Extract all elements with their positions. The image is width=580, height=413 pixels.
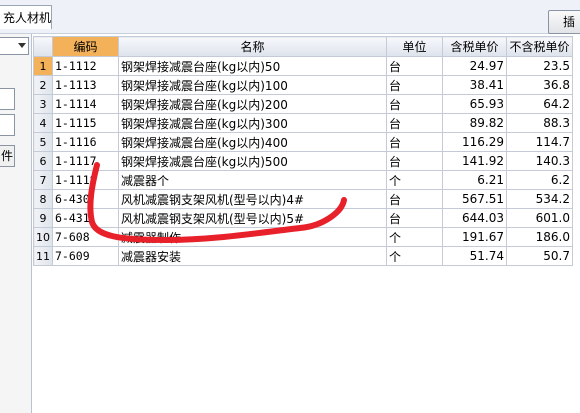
- code-cell[interactable]: 1-1116: [52, 132, 119, 152]
- name-cell[interactable]: 减震器安装: [118, 246, 387, 266]
- table-row[interactable]: 10 7-608 减震器制作个 191.67 186.0: [33, 227, 573, 247]
- filter-input-2[interactable]: [0, 114, 15, 136]
- name-cell[interactable]: 钢架焊接减震台座(kg以内)300: [118, 113, 387, 133]
- code-cell[interactable]: 1-1115: [52, 113, 119, 133]
- tax-excl-price-cell[interactable]: 114.7: [506, 132, 573, 152]
- name-cell[interactable]: 钢架焊接减震台座(kg以内)50: [118, 56, 387, 76]
- table-row[interactable]: 2 1-1113 钢架焊接减震台座(kg以内)100 台 38.41 36.8: [33, 75, 573, 95]
- code-cell[interactable]: 7-608: [52, 227, 119, 247]
- row-number[interactable]: 1: [33, 56, 53, 76]
- unit-cell[interactable]: 个: [386, 227, 443, 247]
- tax-incl-price-cell[interactable]: 65.93: [442, 94, 507, 114]
- row-number[interactable]: 2: [33, 75, 53, 95]
- table-row[interactable]: 3 1-1114 钢架焊接减震台座(kg以内)200 台 65.93 64.2: [33, 94, 573, 114]
- insert-button[interactable]: 插: [548, 10, 580, 34]
- tax-incl-price-cell[interactable]: 38.41: [442, 75, 507, 95]
- row-number-header[interactable]: [33, 36, 53, 57]
- tax-excl-price-cell[interactable]: 23.5: [506, 56, 573, 76]
- unit-cell[interactable]: 台: [386, 113, 443, 133]
- unit-cell[interactable]: 台: [386, 94, 443, 114]
- tax-incl-price-cell[interactable]: 644.03: [442, 208, 507, 228]
- table-row[interactable]: 6 1-1117 钢架焊接减震台座(kg以内)500 台 141.92 140.3: [33, 151, 573, 171]
- row-number[interactable]: 9: [33, 208, 53, 228]
- unit-cell[interactable]: 台: [386, 208, 443, 228]
- code-cell[interactable]: 1-1114: [52, 94, 119, 114]
- tax-excl-price-cell[interactable]: 50.7: [506, 246, 573, 266]
- name-header[interactable]: 名称: [118, 36, 387, 57]
- table-row[interactable]: 1 1-1112 钢架焊接减震台座(kg以内)50 台 24.97 23.5: [33, 56, 573, 76]
- code-header[interactable]: 编码: [52, 36, 119, 57]
- table-row[interactable]: 11 7-609 减震器安装个 51.74 50.7: [33, 246, 573, 266]
- tax-excl-price-cell[interactable]: 6.2: [506, 170, 573, 190]
- tax-excl-price-cell[interactable]: 534.2: [506, 189, 573, 209]
- row-number[interactable]: 6: [33, 151, 53, 171]
- left-panel: 件: [0, 34, 32, 413]
- tax-excl-price-cell[interactable]: 140.3: [506, 151, 573, 171]
- name-cell[interactable]: 钢架焊接减震台座(kg以内)100: [118, 75, 387, 95]
- name-cell[interactable]: 风机减震钢支架风机(型号以内)4#: [118, 189, 387, 209]
- unit-cell[interactable]: 台: [386, 189, 443, 209]
- code-cell[interactable]: 6-430: [52, 189, 119, 209]
- unit-cell[interactable]: 台: [386, 75, 443, 95]
- row-number[interactable]: 3: [33, 94, 53, 114]
- tax-incl-price-cell[interactable]: 116.29: [442, 132, 507, 152]
- name-cell[interactable]: 钢架焊接减震台座(kg以内)400: [118, 132, 387, 152]
- tax-incl-price-cell[interactable]: 141.92: [442, 151, 507, 171]
- table-row[interactable]: 5 1-1116 钢架焊接减震台座(kg以内)400 台 116.29 114.7: [33, 132, 573, 152]
- name-cell[interactable]: 钢架焊接减震台座(kg以内)200: [118, 94, 387, 114]
- toolbar: 充人材机 插: [0, 0, 580, 34]
- tax-incl-price-cell[interactable]: 567.51: [442, 189, 507, 209]
- tax-incl-price-cell[interactable]: 51.74: [442, 246, 507, 266]
- table-row[interactable]: 9 6-431 风机减震钢支架风机(型号以内)5# 台 644.03 601.0: [33, 208, 573, 228]
- tax-excl-price-cell[interactable]: 36.8: [506, 75, 573, 95]
- code-cell[interactable]: 1-1118: [52, 170, 119, 190]
- code-cell[interactable]: 1-1117: [52, 151, 119, 171]
- tax-incl-price-cell[interactable]: 191.67: [442, 227, 507, 247]
- name-cell[interactable]: 钢架焊接减震台座(kg以内)500: [118, 151, 387, 171]
- row-number[interactable]: 10: [33, 227, 53, 247]
- tax-incl-price-cell[interactable]: 24.97: [442, 56, 507, 76]
- unit-cell[interactable]: 台: [386, 151, 443, 171]
- unit-cell[interactable]: 个: [386, 170, 443, 190]
- tax-excl-price-header[interactable]: 不含税单价: [506, 36, 573, 57]
- tax-incl-price-cell[interactable]: 89.82: [442, 113, 507, 133]
- name-cell[interactable]: 减震器个: [118, 170, 387, 190]
- unit-cell[interactable]: 个: [386, 246, 443, 266]
- tab-supplement-material[interactable]: 充人材机: [0, 5, 52, 29]
- code-cell[interactable]: 1-1113: [52, 75, 119, 95]
- row-number[interactable]: 5: [33, 132, 53, 152]
- category-dropdown[interactable]: [0, 37, 29, 55]
- code-cell[interactable]: 7-609: [52, 246, 119, 266]
- material-grid: 编码 名称 单位 含税单价 不含税单价 1 1-1112 钢架焊接减震台座(kg以内)50 台…: [33, 36, 573, 266]
- table-row[interactable]: 7 1-1118 减震器个个 6.21 6.2: [33, 170, 573, 190]
- code-cell[interactable]: 1-1112: [52, 56, 119, 76]
- name-cell[interactable]: 风机减震钢支架风机(型号以内)5#: [118, 208, 387, 228]
- name-cell[interactable]: 减震器制作: [118, 227, 387, 247]
- table-row[interactable]: 4 1-1115 钢架焊接减震台座(kg以内)300 台 89.82 88.3: [33, 113, 573, 133]
- row-number[interactable]: 8: [33, 189, 53, 209]
- left-action-button[interactable]: 件: [0, 145, 15, 167]
- tax-excl-price-cell[interactable]: 186.0: [506, 227, 573, 247]
- tax-excl-price-cell[interactable]: 601.0: [506, 208, 573, 228]
- tax-excl-price-cell[interactable]: 88.3: [506, 113, 573, 133]
- row-number[interactable]: 4: [33, 113, 53, 133]
- unit-header[interactable]: 单位: [386, 36, 443, 57]
- row-number[interactable]: 11: [33, 246, 53, 266]
- unit-cell[interactable]: 台: [386, 132, 443, 152]
- row-number[interactable]: 7: [33, 170, 53, 190]
- code-cell[interactable]: 6-431: [52, 208, 119, 228]
- chevron-down-icon: [18, 43, 26, 48]
- material-table: 编码 名称 单位 含税单价 不含税单价 1 1-1112 钢架焊接减震台座(kg以内)50 台…: [33, 36, 573, 266]
- tax-incl-price-cell[interactable]: 6.21: [442, 170, 507, 190]
- filter-input-1[interactable]: [0, 88, 15, 110]
- unit-cell[interactable]: 台: [386, 56, 443, 76]
- tax-incl-price-header[interactable]: 含税单价: [442, 36, 507, 57]
- table-row[interactable]: 8 6-430 风机减震钢支架风机(型号以内)4# 台 567.51 534.2: [33, 189, 573, 209]
- tax-excl-price-cell[interactable]: 64.2: [506, 94, 573, 114]
